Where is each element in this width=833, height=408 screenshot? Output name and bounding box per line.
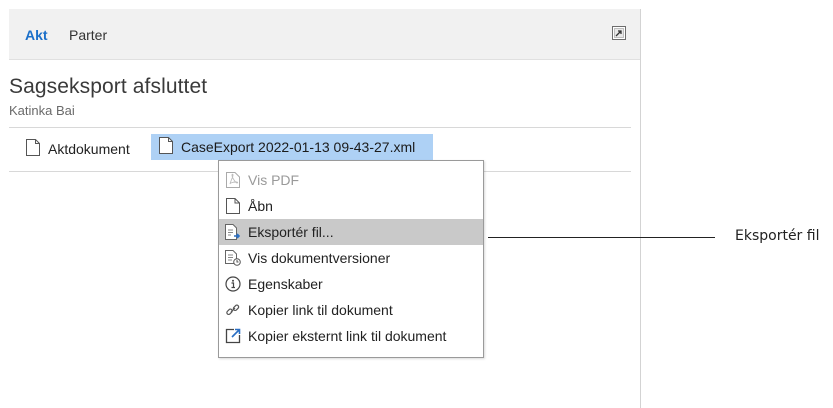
menu-item-kopier-eksternt-link[interactable]: Kopier eksternt link til dokument <box>219 323 483 349</box>
case-title: Sagseksport afsluttet <box>9 75 208 98</box>
callout-label: Eksportér fil <box>735 228 820 244</box>
document-label: CaseExport 2022-01-13 09-43-27.xml <box>181 139 416 155</box>
menu-item-label: Eksportér fil... <box>248 224 334 240</box>
document-item-aktdokument[interactable]: Aktdokument <box>26 137 130 161</box>
context-menu: Vis PDF Åbn Eksportér fil... Vis dokumen… <box>218 160 484 358</box>
external-link-icon <box>225 328 241 344</box>
document-label: Aktdokument <box>48 141 130 157</box>
menu-item-aabn[interactable]: Åbn <box>219 193 483 219</box>
link-icon <box>225 302 241 318</box>
menu-item-kopier-link[interactable]: Kopier link til dokument <box>219 297 483 323</box>
tab-akt[interactable]: Akt <box>25 27 48 43</box>
menu-item-label: Åbn <box>248 198 273 214</box>
menu-item-label: Kopier eksternt link til dokument <box>248 328 447 344</box>
menu-item-eksporter-fil[interactable]: Eksportér fil... <box>219 219 483 245</box>
menu-item-egenskaber[interactable]: Egenskaber <box>219 271 483 297</box>
pdf-icon <box>225 172 241 188</box>
file-icon <box>26 139 40 159</box>
panel-top-gap <box>0 0 641 9</box>
file-icon <box>159 137 173 157</box>
document-versions-icon <box>225 250 241 266</box>
case-subtitle: Katinka Bai <box>9 103 75 118</box>
divider <box>9 127 631 128</box>
popout-icon[interactable] <box>612 26 626 40</box>
info-icon <box>225 276 241 292</box>
menu-item-label: Kopier link til dokument <box>248 302 393 318</box>
menu-item-vis-pdf[interactable]: Vis PDF <box>219 167 483 193</box>
export-file-icon <box>225 224 241 240</box>
menu-item-label: Egenskaber <box>248 276 323 292</box>
menu-item-label: Vis PDF <box>248 172 300 188</box>
tab-parter[interactable]: Parter <box>69 27 107 43</box>
file-icon <box>225 198 241 214</box>
callout-line <box>488 237 715 238</box>
menu-item-label: Vis dokumentversioner <box>248 250 391 266</box>
tab-bar: Akt Parter <box>9 9 640 60</box>
document-item-case-export[interactable]: CaseExport 2022-01-13 09-43-27.xml <box>151 134 433 160</box>
panel-right-border <box>640 9 641 408</box>
menu-item-vis-dokumentversioner[interactable]: Vis dokumentversioner <box>219 245 483 271</box>
